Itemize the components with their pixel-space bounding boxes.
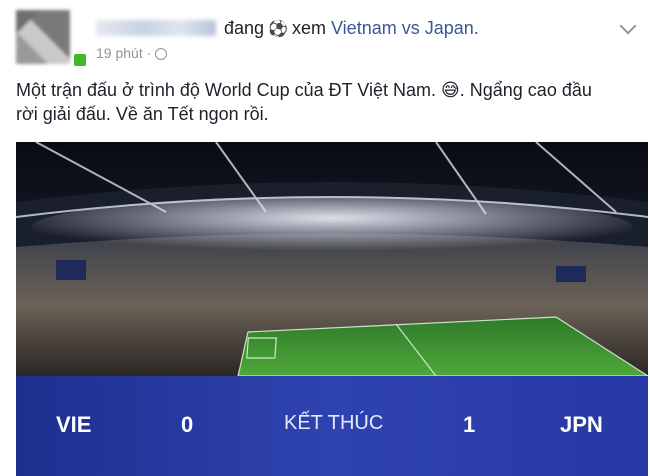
activity-link[interactable]: Vietnam vs Japan.	[331, 18, 479, 38]
soccer-ball-icon: ⚽	[268, 21, 288, 38]
post-timestamp[interactable]: 19 phút	[96, 45, 143, 61]
post-meta: 19 phút ·	[96, 45, 168, 61]
post-text-line: Một trận đấu ở trình độ World Cup của ĐT…	[16, 80, 592, 100]
home-team: VIE	[56, 412, 92, 437]
chevron-down-icon[interactable]	[619, 17, 637, 35]
home-score: 0	[181, 412, 194, 437]
post-text: Một trận đấu ở trình độ World Cup của ĐT…	[16, 78, 634, 126]
post-author-line: đang ⚽ xem Vietnam vs Japan.	[96, 18, 479, 39]
avatar[interactable]	[16, 10, 70, 64]
online-status-icon	[74, 54, 86, 66]
post-header: đang ⚽ xem Vietnam vs Japan. 19 phút ·	[16, 10, 638, 66]
score-bar[interactable]: VIE 0 KẾT THÚC 1 JPN	[16, 376, 648, 476]
match-status: KẾT THÚC	[284, 412, 384, 434]
match-card[interactable]: VIE 0 KẾT THÚC 1 JPN	[16, 142, 648, 476]
away-team: JPN	[560, 412, 603, 437]
post-text-line: rời giải đấu. Về ăn Tết ngon rồi.	[16, 104, 269, 124]
meta-separator: ·	[146, 45, 152, 61]
activity-action: xem	[291, 18, 326, 38]
away-score: 1	[463, 412, 476, 437]
stadium-image	[16, 142, 648, 376]
globe-icon[interactable]	[155, 48, 168, 60]
status-verb: đang	[224, 18, 265, 38]
author-name-blurred[interactable]	[96, 20, 216, 36]
